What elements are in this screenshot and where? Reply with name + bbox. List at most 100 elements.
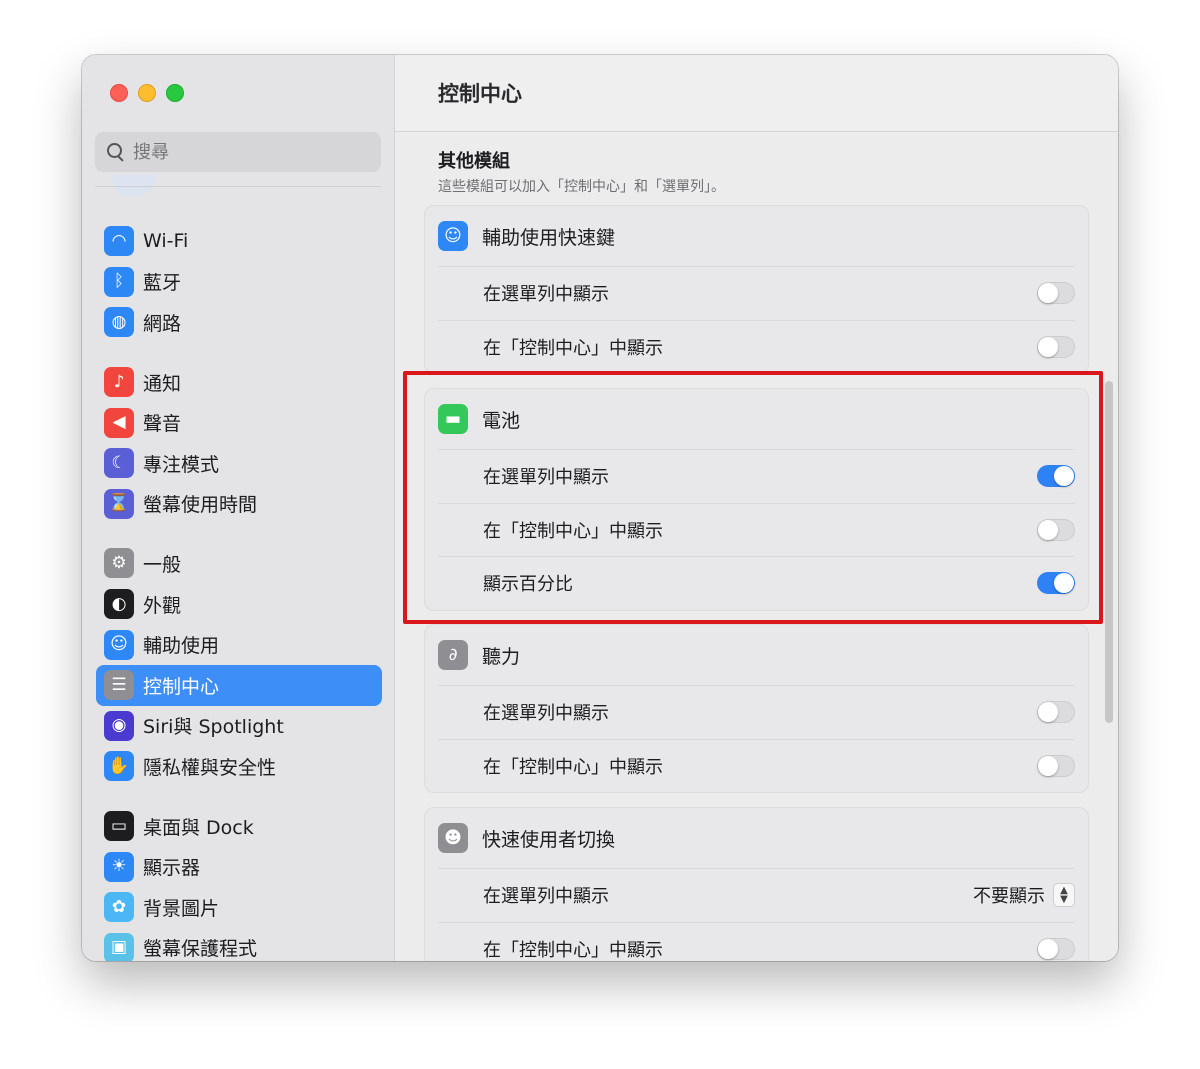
- sidebar-item[interactable]: ◍ 網路: [96, 302, 382, 343]
- toggle-switch[interactable]: [1037, 701, 1075, 724]
- zoom-button[interactable]: [166, 84, 184, 102]
- setting-label: 在選單列中顯示: [483, 886, 609, 908]
- sidebar-item[interactable]: ☺ 輔助使用: [96, 624, 382, 665]
- module-header: ☺ 輔助使用快速鍵: [425, 206, 1088, 266]
- speaker-icon: ◀: [104, 407, 134, 438]
- sidebar-item-label: 背景圖片: [143, 897, 220, 920]
- globe-icon: ◍: [104, 307, 134, 338]
- section-title: 其他模組: [438, 151, 510, 172]
- search-input[interactable]: [133, 141, 353, 163]
- bluetooth-icon: ᛒ: [104, 266, 134, 297]
- close-button[interactable]: [110, 84, 128, 102]
- section-header: 其他模組 這些模組可以加入「控制中心」和「選單列」。: [438, 147, 725, 196]
- setting-label: 在「控制中心」中顯示: [483, 939, 663, 961]
- module-card: ☻ 快速使用者切換 在選單列中顯示 不要顯示 ▲ ▼ 在「控制中心」中顯示: [424, 807, 1089, 961]
- chevron-updown-icon: ▲ ▼: [1053, 883, 1075, 908]
- user-icon: ☻: [438, 823, 468, 853]
- module-card: ☺ 輔助使用快速鍵 在選單列中顯示在「控制中心」中顯示: [424, 205, 1089, 374]
- sidebar-item-label: 顯示器: [143, 857, 201, 880]
- sidebar-item[interactable]: ✿ 背景圖片: [96, 887, 382, 928]
- toggle-switch[interactable]: [1037, 465, 1075, 488]
- module-name: 輔助使用快速鍵: [482, 226, 616, 249]
- setting-row: 在「控制中心」中顯示: [438, 738, 1075, 793]
- setting-label: 在選單列中顯示: [483, 703, 609, 725]
- setting-label: 在選單列中顯示: [483, 284, 609, 306]
- toolbar: 控制中心: [395, 55, 1118, 132]
- sidebar-group: ◠ Wi-Fi ᛒ 藍牙 ◍ 網路: [96, 221, 382, 343]
- sidebar-item-label: 網路: [143, 312, 182, 335]
- setting-row: 在選單列中顯示: [438, 449, 1075, 503]
- sidebar-item-label: 螢幕保護程式: [143, 938, 258, 961]
- settings-window: ◠ Wi-Fi ᛒ 藍牙 ◍ 網路 ♪ 通知 ◀ 聲音 ☾ 專注模式 ⌛ 螢幕使用時間 ⚙ 一般 ◐ 外觀 ☺ 輔助使…: [82, 55, 1118, 961]
- sidebar-item-label: 專注模式: [143, 453, 220, 476]
- sidebar-item-label: Wi-Fi: [143, 230, 189, 253]
- section-subtitle: 這些模組可以加入「控制中心」和「選單列」。: [438, 179, 725, 195]
- sidebar-item-label: 通知: [143, 372, 182, 395]
- sun-icon: ☀: [104, 851, 134, 882]
- toggle-switch[interactable]: [1037, 572, 1075, 595]
- toggle-switch[interactable]: [1037, 518, 1075, 541]
- module-name: 聽力: [482, 645, 521, 668]
- sidebar-nav: ◠ Wi-Fi ᛒ 藍牙 ◍ 網路 ♪ 通知 ◀ 聲音 ☾ 專注模式 ⌛ 螢幕使用時間 ⚙ 一般 ◐ 外觀 ☺ 輔助使…: [96, 221, 382, 961]
- sidebar-item[interactable]: ☰ 控制中心: [96, 664, 382, 706]
- setting-row: 在「控制中心」中顯示: [438, 921, 1075, 962]
- sidebar-item[interactable]: ◐ 外觀: [96, 584, 382, 625]
- sidebar-item[interactable]: ☀ 顯示器: [96, 846, 382, 887]
- toggle-switch[interactable]: [1037, 937, 1075, 960]
- module-card: ∂ 聽力在選單列中顯示在「控制中心」中顯示: [424, 624, 1089, 793]
- toggle-switch[interactable]: [1037, 335, 1075, 358]
- setting-row: 在「控制中心」中顯示: [438, 319, 1075, 374]
- screensaver-icon: ▣: [104, 932, 134, 961]
- sidebar-group: ♪ 通知 ◀ 聲音 ☾ 專注模式 ⌛ 螢幕使用時間: [96, 362, 382, 524]
- setting-label: 在「控制中心」中顯示: [483, 756, 663, 778]
- sidebar-group: ▭ 桌面與 Dock ☀ 顯示器 ✿ 背景圖片 ▣ 螢幕保護程式: [96, 806, 382, 961]
- module-header: ∂ 聽力: [425, 625, 1088, 685]
- sidebar-item[interactable]: ⌛ 螢幕使用時間: [96, 484, 382, 525]
- sidebar-item-label: 藍牙: [143, 272, 182, 295]
- setting-row: 在選單列中顯示: [438, 266, 1075, 320]
- dock-icon: ▭: [104, 811, 134, 842]
- sidebar-item-label: 桌面與 Dock: [143, 816, 254, 839]
- page-title: 控制中心: [438, 82, 522, 106]
- sidebar-item[interactable]: ▭ 桌面與 Dock: [96, 806, 382, 847]
- sidebar-item[interactable]: ⚙ 一般: [96, 543, 382, 584]
- sidebar-item-label: 一般: [143, 553, 182, 576]
- search-icon: [105, 141, 127, 163]
- sidebar: ◠ Wi-Fi ᛒ 藍牙 ◍ 網路 ♪ 通知 ◀ 聲音 ☾ 專注模式 ⌛ 螢幕使用時間 ⚙ 一般 ◐ 外觀 ☺ 輔助使…: [82, 55, 395, 961]
- setting-label: 在選單列中顯示: [483, 467, 609, 489]
- popup-select[interactable]: 不要顯示 ▲ ▼: [973, 882, 1075, 908]
- sidebar-item[interactable]: ◉ Siri與 Spotlight: [96, 706, 382, 747]
- sidebar-item-label: 聲音: [143, 413, 182, 436]
- sidebar-item-label: Siri與 Spotlight: [143, 716, 284, 739]
- flower-icon: ✿: [104, 892, 134, 923]
- battery-icon: ▬: [438, 404, 468, 434]
- sidebar-item[interactable]: ♪ 通知: [96, 362, 382, 403]
- sidebar-item[interactable]: ✋ 隱私權與安全性: [96, 746, 382, 787]
- sidebar-item[interactable]: ☾ 專注模式: [96, 443, 382, 484]
- toggle-switch[interactable]: [1037, 754, 1075, 777]
- wifi-icon: ◠: [104, 226, 134, 257]
- setting-row: 顯示百分比: [438, 556, 1075, 610]
- sidebar-item[interactable]: ▣ 螢幕保護程式: [96, 928, 382, 961]
- main-pane: 控制中心 其他模組 這些模組可以加入「控制中心」和「選單列」。 ☺ 輔助使用快速鍵…: [395, 55, 1118, 961]
- accessibility-icon: ☺: [438, 221, 468, 251]
- sidebar-item[interactable]: ᛒ 藍牙: [96, 262, 382, 303]
- accessibility-icon: ☺: [104, 629, 134, 660]
- scrollbar[interactable]: [1105, 381, 1113, 723]
- window-controls: [110, 84, 184, 102]
- setting-row: 在選單列中顯示 不要顯示 ▲ ▼: [438, 868, 1075, 922]
- sidebar-divider: [95, 186, 381, 187]
- hand-icon: ✋: [104, 751, 134, 782]
- sidebar-item-label: 控制中心: [143, 675, 220, 698]
- control-center-icon: ☰: [104, 670, 134, 701]
- setting-label: 在「控制中心」中顯示: [483, 337, 663, 359]
- toggle-switch[interactable]: [1037, 282, 1075, 305]
- setting-row: 在「控制中心」中顯示: [438, 502, 1075, 557]
- sidebar-item[interactable]: ◠ Wi-Fi: [96, 221, 382, 262]
- sidebar-item-label: 隱私權與安全性: [143, 756, 277, 779]
- search-field[interactable]: [95, 132, 381, 172]
- module-name: 電池: [482, 409, 521, 432]
- minimize-button[interactable]: [138, 84, 156, 102]
- setting-label: 在「控制中心」中顯示: [483, 520, 663, 542]
- sidebar-item[interactable]: ◀ 聲音: [96, 402, 382, 443]
